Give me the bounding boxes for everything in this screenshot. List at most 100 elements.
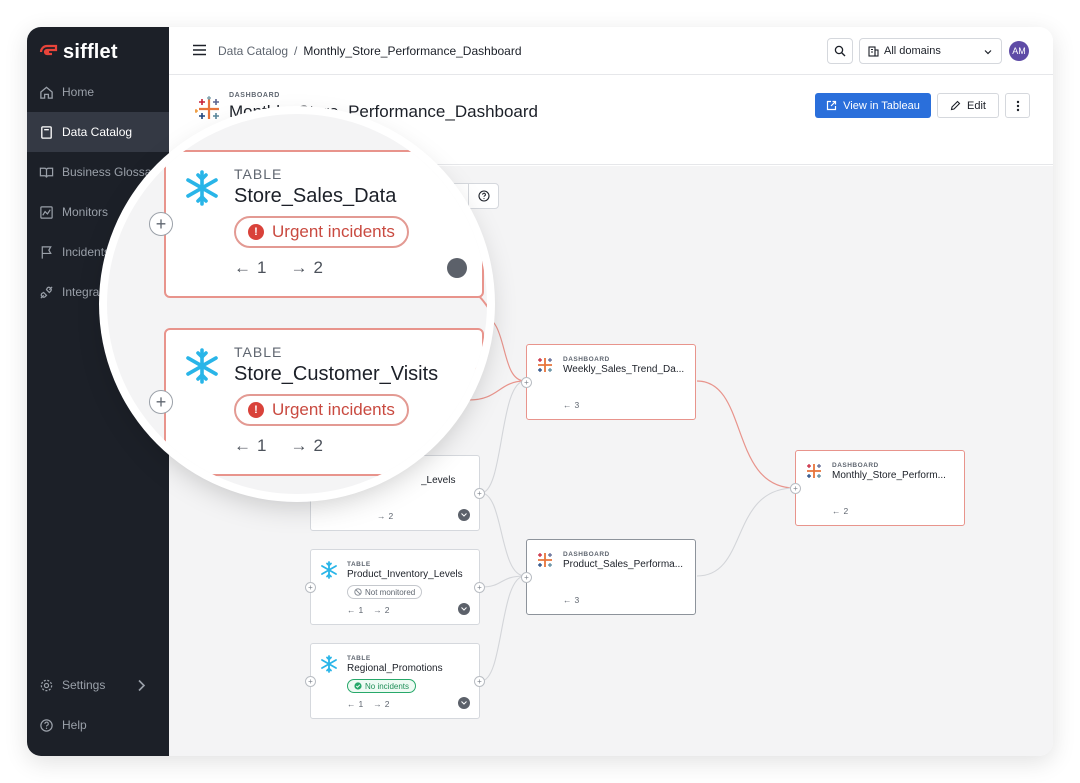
breadcrumb-data-catalog[interactable]: Data Catalog [218, 44, 288, 58]
sidebar-item-label: Incidents [62, 245, 111, 259]
top-bar: Data Catalog / Monthly_Store_Performance… [169, 27, 1053, 75]
flag-icon [41, 245, 52, 259]
downstream-count: → 2 [373, 605, 389, 615]
arrow-left-icon: ← [347, 605, 356, 615]
magnified-node-store-customer-visits[interactable]: TABLE Store_Customer_Visits ! Urgent inc… [164, 328, 484, 476]
plug-icon [40, 285, 53, 299]
arrow-left-icon: ← [234, 436, 251, 455]
edit-label: Edit [967, 99, 986, 112]
expand-upstream-button[interactable]: + [305, 676, 316, 687]
status-label: Not monitored [365, 587, 416, 597]
expand-upstream-button[interactable]: + [149, 390, 173, 414]
downstream-count: → 2 [373, 699, 389, 709]
book-icon [41, 125, 52, 139]
lineage-node-monthly-store-performance[interactable]: DASHBOARD Monthly_Store_Perform... ← 2 + [790, 450, 965, 526]
snowflake-icon [321, 655, 337, 673]
gear-icon [40, 679, 53, 691]
expand-downstream-button[interactable]: + [474, 582, 485, 593]
node-name: Regional_Promotions [347, 663, 443, 674]
chevron-right-icon [138, 679, 146, 692]
expand-details-button[interactable] [458, 509, 470, 521]
arrow-right-icon: → [373, 699, 382, 709]
arrow-right-icon: → [290, 258, 308, 277]
chevron-down-icon [461, 513, 467, 517]
lineage-node-weekly-sales-trend[interactable]: DASHBOARD Weekly_Sales_Trend_Da... ← 3 + [521, 344, 696, 420]
expand-upstream-button[interactable]: + [790, 483, 801, 494]
node-type-label: DASHBOARD [563, 551, 610, 558]
node-name: Monthly_Store_Perform... [832, 470, 946, 481]
expand-downstream-button[interactable]: + [474, 676, 485, 687]
node-counts: ← 1 → 2 [234, 436, 323, 456]
node-name: Store_Sales_Data [234, 185, 397, 207]
node-type-label: TABLE [234, 166, 283, 182]
search-button[interactable] [827, 38, 853, 64]
downstream-count: → 2 [290, 258, 322, 278]
lineage-node-product-inventory-levels[interactable]: TABLE Product_Inventory_Levels Not monit… [305, 549, 485, 625]
sidebar-item-help[interactable]: Help [27, 705, 169, 745]
snowflake-icon [186, 348, 218, 384]
node-type-label: TABLE [347, 655, 371, 662]
lineage-node-product-sales-performance[interactable]: DASHBOARD Product_Sales_Performa... ← 3 + [521, 539, 696, 615]
domain-select[interactable]: All domains [859, 38, 1002, 64]
status-badge: ! Urgent incidents [234, 394, 409, 426]
sidebar-item-home[interactable]: Home [27, 72, 169, 112]
pencil-icon [950, 100, 961, 111]
check-circle-icon [354, 682, 362, 690]
view-in-tableau-label: View in Tableau [843, 99, 920, 112]
upstream-count: ← 2 [832, 506, 848, 516]
edit-button[interactable]: Edit [937, 93, 999, 118]
status-label: No incidents [365, 681, 410, 691]
downstream-count-value: 2 [384, 699, 390, 709]
sidebar-item-label: Help [62, 718, 87, 732]
sifflet-logo-icon [39, 44, 58, 56]
magnified-node-store-sales-data[interactable]: TABLE Store_Sales_Data ! Urgent incident… [164, 150, 484, 298]
alert-icon: ! [248, 402, 264, 418]
avatar[interactable]: AM [1009, 41, 1029, 61]
downstream-count: → 2 [377, 511, 393, 521]
node-type-label: DASHBOARD [832, 462, 879, 469]
node-counts: ← 1 → 2 [347, 699, 389, 709]
lineage-node-regional-promotions[interactable]: TABLE Regional_Promotions No incidents ←… [305, 643, 485, 719]
not-monitored-icon [354, 588, 362, 596]
magnifier-overlay: TABLE Store_Sales_Data ! Urgent incident… [107, 114, 487, 494]
edge-product-sales-to-monthly [696, 487, 796, 577]
chevron-down-icon [461, 607, 467, 611]
expand-details-button[interactable] [458, 697, 470, 709]
status-label: Urgent incidents [272, 400, 395, 419]
upstream-count-value: 3 [574, 400, 580, 410]
tableau-icon [538, 358, 552, 372]
upstream-count: ← 1 [347, 699, 363, 709]
edge-levels-to-weekly [480, 380, 526, 494]
more-options-button[interactable] [1005, 93, 1030, 118]
expand-upstream-button[interactable]: + [305, 582, 316, 593]
status-label: Urgent incidents [272, 222, 395, 241]
arrow-right-icon: → [290, 436, 308, 455]
menu-icon[interactable] [193, 44, 206, 56]
upstream-count-value: 1 [358, 605, 364, 615]
arrow-left-icon: ← [832, 506, 841, 516]
expand-details-button[interactable] [447, 258, 467, 278]
node-counts: ← 3 [563, 595, 579, 605]
expand-upstream-button[interactable]: + [149, 212, 173, 236]
view-in-tableau-button[interactable]: View in Tableau [815, 93, 931, 118]
sidebar-item-settings[interactable]: Settings [27, 665, 169, 705]
node-counts: ← 1 → 2 [347, 605, 389, 615]
downstream-count: → 2 [290, 436, 322, 456]
breadcrumb: Data Catalog / Monthly_Store_Performance… [218, 44, 522, 58]
expand-details-button[interactable] [458, 603, 470, 615]
sidebar-item-label: Monitors [62, 205, 109, 219]
upstream-count: ← 1 [234, 436, 266, 456]
brand-logo[interactable]: sifflet [39, 39, 118, 65]
status-badge: No incidents [347, 679, 417, 693]
downstream-count-value: 2 [313, 258, 323, 277]
node-counts: ← 3 [563, 400, 579, 410]
sidebar-item-label: Settings [62, 678, 106, 692]
node-counts: → 2 [377, 511, 393, 521]
node-counts: ← 2 [832, 506, 848, 516]
expand-upstream-button[interactable]: + [521, 377, 532, 388]
arrow-left-icon: ← [563, 400, 572, 410]
expand-upstream-button[interactable]: + [521, 572, 532, 583]
arrow-left-icon: ← [234, 258, 251, 277]
arrow-right-icon: → [377, 511, 386, 521]
edge-inventory-to-product-sales [480, 575, 526, 588]
